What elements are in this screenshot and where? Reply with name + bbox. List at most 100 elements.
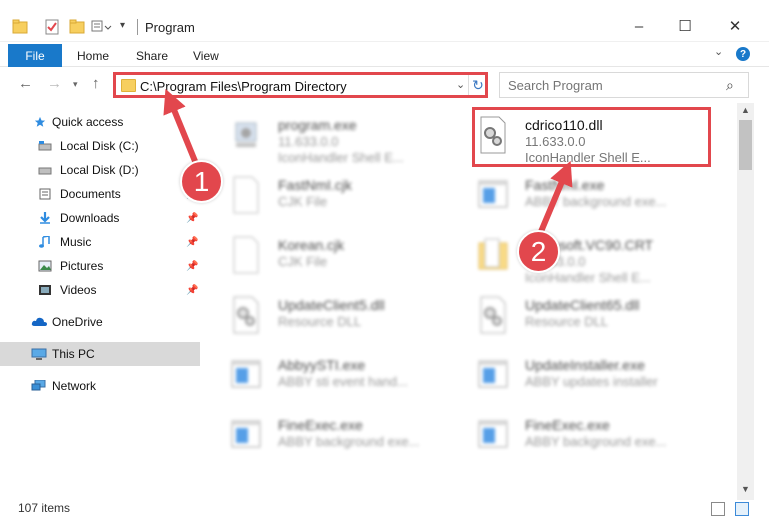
tab-home[interactable]: Home	[77, 49, 109, 63]
file-item-fastnml-cjk[interactable]: FastNmI.cjk CJK File	[230, 171, 470, 229]
dll-gear-icon	[480, 296, 506, 334]
tab-share[interactable]: Share	[136, 49, 168, 63]
exe-icon	[235, 122, 257, 147]
file-description: ABBY sti event hand...	[278, 374, 408, 389]
address-bar[interactable]: C:\Program Files\Program Directory ⌄ ↻	[113, 72, 488, 98]
sidebar-item-quick-access[interactable]: Quick access	[0, 110, 200, 134]
step-1-badge: 1	[180, 160, 223, 203]
blank-file-icon	[233, 236, 259, 274]
close-button[interactable]: ✕	[712, 14, 758, 38]
file-highlight-box	[472, 107, 711, 167]
sidebar-item-label: Documents	[60, 187, 121, 201]
search-input[interactable]	[500, 73, 720, 97]
file-name: FineExec.exe	[525, 417, 610, 433]
help-icon[interactable]: ?	[736, 47, 750, 61]
refresh-icon[interactable]: ↻	[468, 75, 487, 95]
pin-icon[interactable]: 📌	[186, 261, 198, 272]
file-item-updateclient65-dll[interactable]: UpdateClient65.dll Resource DLL	[477, 291, 717, 349]
file-description: IconHandler Shell E...	[278, 150, 404, 165]
file-item-abbyysti-exe[interactable]: AbbyySTI.exe ABBY sti event hand...	[230, 351, 470, 409]
large-icons-view-icon[interactable]	[735, 502, 749, 516]
sidebar-item-label: Pictures	[60, 259, 104, 273]
address-path[interactable]: C:\Program Files\Program Directory	[140, 79, 347, 94]
sidebar-item-label: Downloads	[60, 211, 120, 225]
forward-arrow-icon[interactable]: →	[47, 75, 62, 92]
file-item-fastnml-exe[interactable]: FastNmI.exe ABBY background exe...	[477, 171, 717, 229]
file-name: Korean.cjk	[278, 237, 345, 253]
window-exe-icon	[478, 360, 508, 388]
file-item-korean-cjk[interactable]: Korean.cjk CJK File	[230, 231, 470, 289]
file-name: UpdateClient65.dll	[525, 297, 640, 313]
file-item-fineexec-exe[interactable]: FineExec.exe ABBY background exe...	[230, 411, 470, 469]
maximize-button[interactable]: ☐	[662, 14, 708, 38]
file-description: ABBY updates installer	[525, 374, 658, 389]
sidebar-item-label: Quick access	[52, 115, 124, 129]
file-name: FineExec.exe	[278, 417, 363, 433]
file-description: ABBY background exe...	[525, 434, 667, 449]
documents-icon	[39, 188, 51, 200]
recent-locations-icon[interactable]: ▾	[73, 79, 78, 90]
file-item-updateclient5-dll[interactable]: UpdateClient5.dll Resource DLL	[230, 291, 470, 349]
drive-icon	[38, 141, 52, 151]
folder-icon[interactable]	[12, 18, 28, 36]
search-icon[interactable]: ⌕	[726, 77, 734, 94]
file-type: CJK File	[278, 254, 328, 269]
minimize-button[interactable]: –	[616, 14, 662, 38]
up-arrow-icon[interactable]: ↑	[92, 75, 100, 92]
tab-file[interactable]: File	[8, 44, 62, 67]
sidebar-item-downloads[interactable]: Downloads 📌	[0, 206, 200, 230]
file-item-fineexec-exe[interactable]: FineExec.exe ABBY background exe...	[477, 411, 717, 469]
details-view-icon[interactable]	[711, 502, 725, 516]
sidebar-item-videos[interactable]: Videos 📌	[0, 278, 200, 302]
sidebar-item-onedrive[interactable]: OneDrive	[0, 310, 200, 334]
sidebar-item-local-disk-d[interactable]: Local Disk (D:)	[0, 158, 200, 182]
sidebar-item-this-pc[interactable]: This PC	[0, 342, 200, 366]
sidebar-item-label: Network	[52, 379, 97, 393]
sidebar-item-local-disk-c[interactable]: Local Disk (C:)	[0, 134, 200, 158]
tab-view[interactable]: View	[193, 49, 219, 63]
videos-icon	[39, 285, 51, 295]
file-item-program-exe[interactable]: program.exe 11.633.0.0 IconHandler Shell…	[230, 111, 470, 169]
window-exe-icon	[478, 420, 508, 448]
vertical-scrollbar[interactable]: ▲ ▼	[737, 103, 754, 500]
window-exe-icon	[231, 360, 261, 388]
scroll-down-icon[interactable]: ▼	[741, 484, 750, 494]
file-item-updateinstaller-exe[interactable]: UpdateInstaller.exe ABBY updates install…	[477, 351, 717, 409]
sidebar-item-label: Videos	[60, 283, 97, 297]
file-description: ABBY background exe...	[525, 194, 667, 209]
sidebar-item-documents[interactable]: Documents 📌	[0, 182, 200, 206]
music-icon	[39, 236, 50, 248]
file-item-microsoft-vc90-crt[interactable]: Microsoft.VC90.CRT 11.633.0.0 IconHandle…	[477, 231, 717, 289]
drive-icon	[38, 167, 52, 175]
customize-toolbar-icon[interactable]: ▾	[120, 20, 125, 31]
pin-icon[interactable]: 📌	[186, 237, 198, 248]
item-count: 107 items	[18, 501, 71, 515]
search-box[interactable]: ⌕	[499, 72, 749, 98]
step-2-badge: 2	[517, 230, 560, 273]
scroll-up-icon[interactable]: ▲	[741, 105, 750, 115]
file-name: UpdateClient5.dll	[278, 297, 385, 313]
sidebar-item-label: OneDrive	[52, 315, 103, 329]
file-name: UpdateInstaller.exe	[525, 357, 645, 373]
view-options-icon[interactable]	[91, 18, 113, 36]
navigation-bar: ← → ▾ ↑ C:\Program Files\Program Directo…	[0, 67, 769, 103]
file-version: 11.633.0.0	[278, 134, 339, 149]
new-folder-icon[interactable]	[69, 18, 85, 36]
chevron-down-icon[interactable]: ⌄	[456, 78, 465, 91]
collapse-ribbon-icon[interactable]: ⌄	[714, 45, 723, 58]
file-type: Resource DLL	[525, 314, 609, 329]
sidebar-item-network[interactable]: Network	[0, 374, 200, 398]
pin-icon[interactable]: 📌	[186, 285, 198, 296]
ribbon-tabs: File Home Share View ⌄ ?	[0, 42, 769, 67]
file-name: FastNmI.exe	[525, 177, 605, 193]
title-separator	[137, 19, 138, 35]
properties-icon[interactable]	[44, 18, 60, 36]
sidebar-item-pictures[interactable]: Pictures 📌	[0, 254, 200, 278]
sidebar-item-music[interactable]: Music 📌	[0, 230, 200, 254]
pin-icon[interactable]: 📌	[186, 213, 198, 224]
scrollbar-thumb[interactable]	[739, 120, 752, 170]
window-exe-icon	[478, 180, 508, 208]
back-arrow-icon[interactable]: ←	[18, 75, 33, 92]
file-name: AbbyySTI.exe	[278, 357, 366, 373]
star-icon	[34, 116, 46, 127]
